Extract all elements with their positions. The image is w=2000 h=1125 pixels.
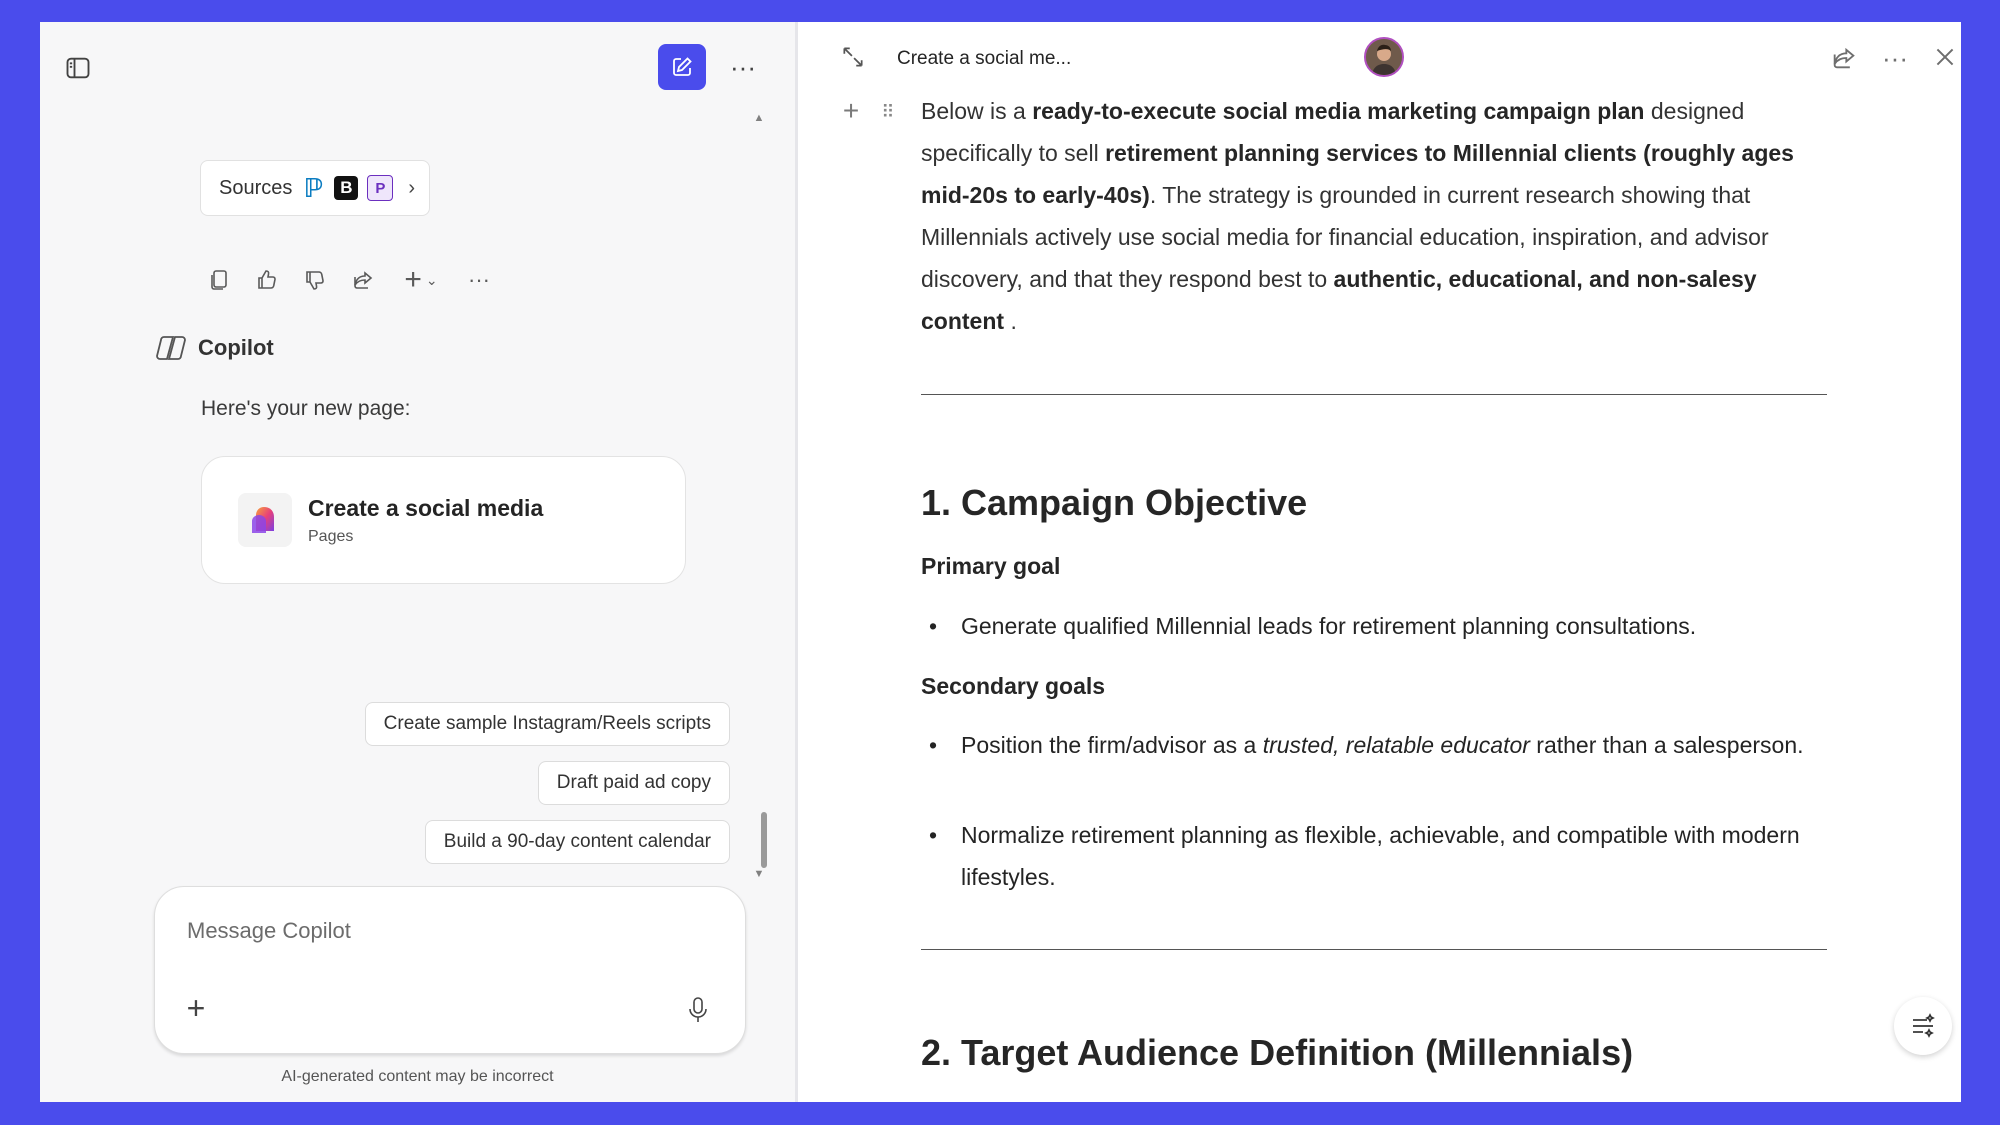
sidebar-toggle-icon[interactable]	[64, 54, 92, 82]
more-options-icon[interactable]: ···	[1880, 45, 1910, 71]
message-actions: + ⌄ ···	[206, 262, 492, 298]
chevron-down-icon: ⌄	[425, 271, 438, 288]
add-to-menu[interactable]: + ⌄	[398, 263, 444, 296]
more-icon[interactable]: ···	[466, 267, 492, 293]
secondary-goals-label: Secondary goals	[921, 673, 1106, 699]
page-title-tab[interactable]: Create a social me...	[897, 48, 1071, 70]
p-logo-icon: P	[367, 175, 394, 201]
page-card-subtitle: Pages	[308, 527, 354, 545]
message-input[interactable]	[185, 917, 669, 945]
section-heading: 1. Campaign Objective	[921, 482, 1308, 523]
section-heading: 2. Target Audience Definition (Millennia…	[921, 1032, 1634, 1073]
thumbs-up-icon[interactable]	[254, 267, 280, 293]
user-avatar[interactable]	[1364, 37, 1404, 77]
chat-panel: ··· ▲ ▼ Sources ℙ B P › + ⌄ ··· Copilot …	[40, 22, 795, 1102]
plus-icon: +	[404, 263, 422, 296]
list-item: • Generate qualified Millennial leads fo…	[929, 613, 1697, 639]
suggestion-paid-ad-copy[interactable]: Draft paid ad copy	[537, 761, 730, 805]
more-options-icon[interactable]: ···	[728, 54, 758, 80]
b-logo-icon: B	[334, 176, 359, 200]
assistant-message: Here's your new page:	[201, 397, 411, 420]
microphone-icon[interactable]	[687, 995, 709, 1025]
collapse-icon[interactable]	[840, 44, 866, 70]
list-item: • Position the firm/advisor as a trusted…	[929, 732, 1804, 758]
list-item: • Normalize retirement planning as flexi…	[929, 822, 1800, 890]
chat-scrollbar-thumb[interactable]	[761, 812, 767, 868]
thumbs-down-icon[interactable]	[302, 267, 328, 293]
drag-handle-icon[interactable]: ⠿	[880, 102, 896, 122]
horizontal-rule	[921, 949, 1827, 950]
sparkle-list-icon	[1913, 1013, 1935, 1038]
intro-paragraph: Below is a ready-to-execute social media…	[921, 98, 1794, 334]
assistant-header: Copilot	[154, 331, 274, 365]
pinterest-icon: ℙ	[303, 172, 324, 203]
suggestion-content-calendar[interactable]: Build a 90-day content calendar	[424, 820, 730, 864]
sources-button[interactable]: Sources ℙ B P ›	[200, 160, 430, 216]
scroll-down-arrow[interactable]: ▼	[753, 868, 765, 880]
sources-label: Sources	[219, 176, 293, 199]
page-card[interactable]: Create a social media Pages	[201, 456, 686, 584]
ai-disclaimer: AI-generated content may be incorrect	[281, 1068, 554, 1085]
attach-plus-icon[interactable]: +	[183, 990, 209, 1026]
copy-icon[interactable]	[206, 267, 232, 293]
rewrite-ai-button[interactable]	[1894, 997, 1952, 1055]
close-icon[interactable]	[1932, 44, 1958, 70]
copilot-logo-icon	[156, 336, 186, 360]
chevron-right-icon: ›	[408, 176, 416, 199]
horizontal-rule	[921, 394, 1827, 395]
app-window: ··· ▲ ▼ Sources ℙ B P › + ⌄ ··· Copilot …	[40, 22, 1961, 1102]
message-composer: +	[154, 886, 746, 1054]
pages-app-icon	[238, 493, 292, 547]
primary-goal-label: Primary goal	[921, 553, 1061, 579]
new-chat-button[interactable]	[658, 44, 706, 90]
share-icon[interactable]	[1830, 44, 1858, 72]
assistant-name: Copilot	[198, 335, 274, 360]
suggestion-instagram-scripts[interactable]: Create sample Instagram/Reels scripts	[364, 702, 730, 746]
page-card-title: Create a social media	[308, 494, 544, 521]
page-content[interactable]: Below is a ready-to-execute social media…	[921, 90, 1841, 342]
add-block-icon[interactable]: +	[840, 95, 862, 126]
share-icon[interactable]	[350, 267, 376, 293]
compose-icon	[673, 57, 692, 76]
scroll-up-arrow[interactable]: ▲	[753, 112, 765, 124]
page-editor: Create a social me... ··· + ⠿ Below is a…	[798, 22, 1961, 1102]
